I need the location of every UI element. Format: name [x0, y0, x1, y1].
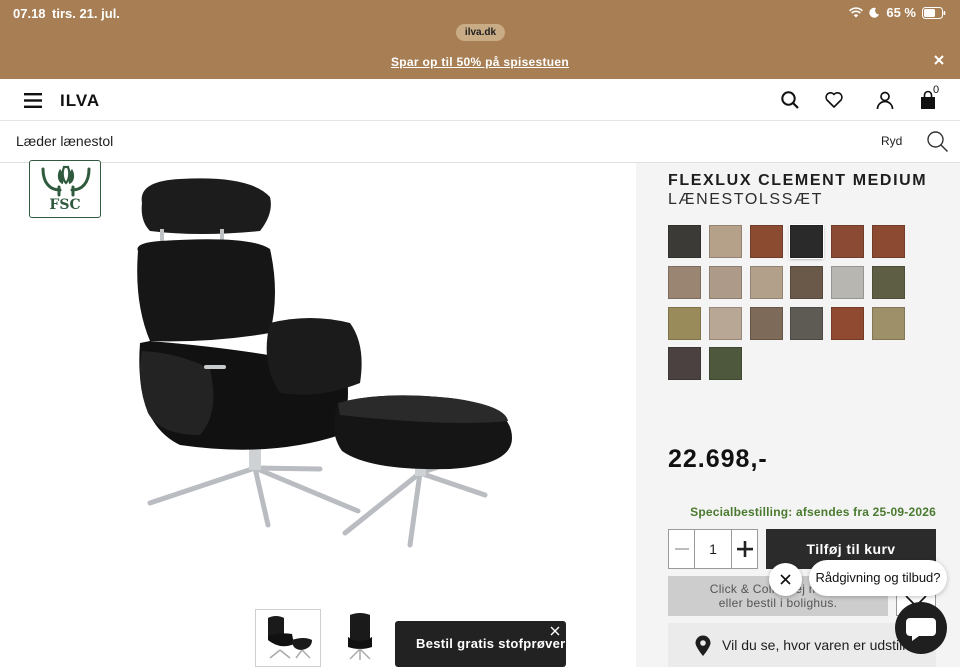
account-icon[interactable] [875, 90, 895, 110]
url-pill[interactable]: ilva.dk [456, 24, 505, 41]
color-swatch[interactable] [872, 265, 905, 299]
menu-icon[interactable] [24, 93, 42, 108]
cart-count: 0 [933, 84, 940, 96]
color-swatch[interactable] [708, 347, 742, 381]
color-swatch[interactable] [749, 306, 783, 340]
product-subtitle: LÆNESTOLSSÆT [668, 191, 823, 208]
quantity-value[interactable]: 1 [695, 541, 731, 557]
fsc-badge: FSC [29, 160, 101, 218]
ilva-logo[interactable]: ILVA [60, 92, 100, 109]
quantity-decrease-button[interactable] [669, 530, 695, 568]
color-swatch[interactable] [749, 265, 783, 299]
color-swatch[interactable] [749, 225, 783, 258]
close-icon [780, 574, 791, 585]
battery-percent: 65 % [886, 5, 916, 20]
close-icon[interactable] [932, 53, 946, 67]
color-swatch[interactable] [872, 306, 905, 340]
chair-thumbnail-icon [268, 616, 312, 659]
color-swatch[interactable] [872, 225, 905, 258]
order-samples-label: Bestil gratis stofprøver [416, 636, 566, 651]
chat-button[interactable] [895, 602, 947, 654]
status-date: tirs. 21. jul. [52, 6, 120, 21]
battery-icon [922, 6, 946, 19]
color-swatch[interactable] [668, 306, 701, 340]
fsc-label: FSC [49, 197, 81, 213]
search-icon[interactable] [780, 90, 800, 110]
wifi-icon [849, 7, 864, 18]
color-swatch[interactable] [708, 225, 742, 258]
chat-prompt-bubble[interactable]: Rådgivning og tilbud? [809, 560, 947, 596]
site-header: ILVA 0 [0, 79, 960, 121]
minus-icon [675, 548, 689, 550]
thumbnail-2[interactable] [328, 609, 394, 667]
color-swatch[interactable] [790, 306, 824, 340]
product-price: 22.698,- [668, 445, 768, 473]
order-samples-button[interactable]: Bestil gratis stofprøver [395, 621, 566, 667]
plus-icon [737, 541, 753, 557]
promo-banner: 07.18 tirs. 21. jul. 65 % ilva.dk Spar o… [0, 0, 960, 79]
color-swatch[interactable] [831, 306, 865, 340]
close-icon[interactable] [550, 626, 560, 636]
color-swatch[interactable] [831, 225, 865, 258]
color-swatch[interactable] [831, 265, 865, 299]
color-swatch[interactable] [668, 347, 701, 381]
chair-thumbnail-icon [348, 613, 372, 660]
chat-dismiss-button[interactable] [769, 563, 802, 596]
color-swatch[interactable] [790, 265, 824, 299]
color-swatch[interactable] [668, 225, 701, 258]
tree-icon [41, 165, 91, 197]
status-indicators: 65 % [849, 5, 946, 20]
status-time: 07.18 [13, 6, 46, 21]
color-swatch[interactable] [708, 306, 742, 340]
search-bar: Læder lænestol Ryd [0, 121, 960, 163]
heart-icon[interactable] [824, 90, 844, 110]
quantity-stepper: 1 [668, 529, 758, 569]
color-swatch[interactable] [790, 225, 824, 258]
location-pin-icon [695, 635, 711, 656]
product-name: FLEXLUX CLEMENT MEDIUM [668, 172, 928, 189]
quantity-increase-button[interactable] [731, 530, 757, 568]
promo-link[interactable]: Spar op til 50% på spisestuen [0, 55, 960, 69]
thumbnail-1[interactable] [255, 609, 321, 667]
product-gallery: FSC Bestil gratis stofprøver [0, 160, 636, 667]
search-icon[interactable] [926, 130, 949, 153]
search-input[interactable]: Læder lænestol [16, 133, 113, 149]
color-swatch[interactable] [708, 265, 742, 299]
click-collect-line-2: eller bestil i bolighus. [718, 596, 838, 610]
special-order-note: Specialbestilling: afsendes fra 25-09-20… [690, 505, 936, 519]
color-swatch[interactable] [668, 265, 701, 299]
clear-search-button[interactable]: Ryd [881, 134, 902, 148]
chat-icon [906, 618, 936, 641]
moon-icon [869, 7, 880, 18]
product-image [137, 178, 512, 548]
